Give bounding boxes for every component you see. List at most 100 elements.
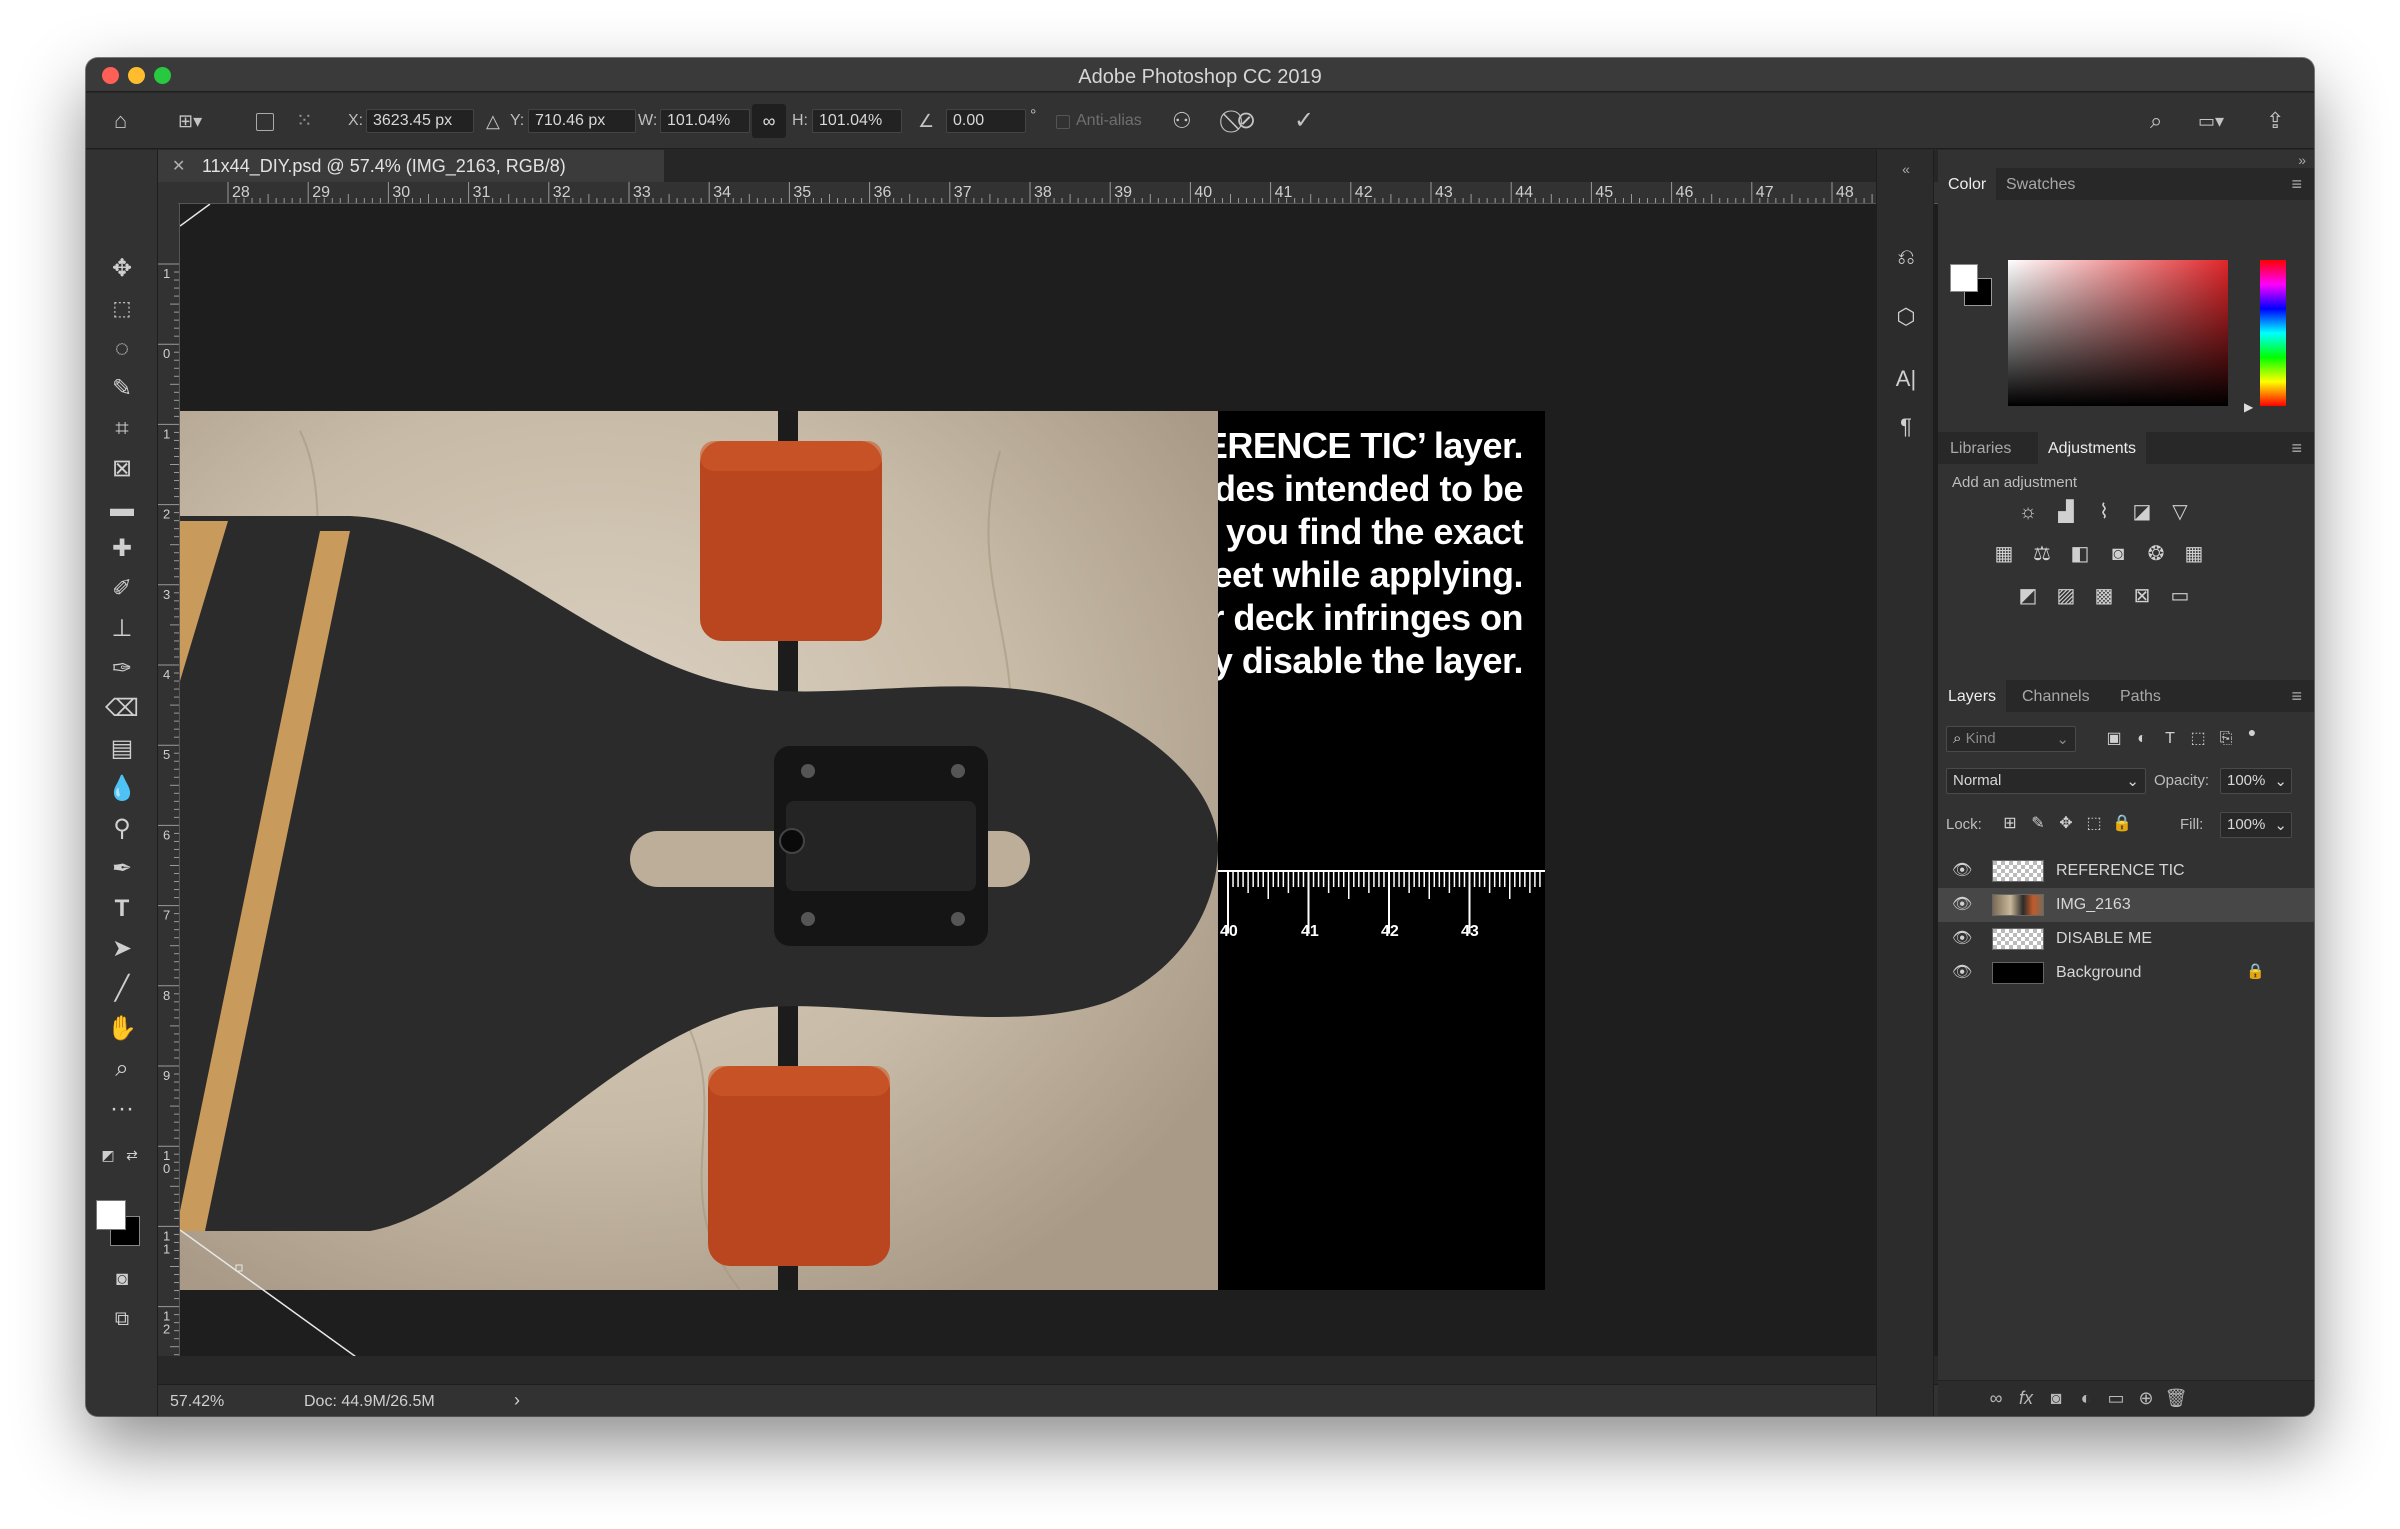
blur-tool-icon[interactable]: 💧 — [104, 772, 140, 806]
collapse-right-icon[interactable]: » — [2298, 152, 2306, 168]
height-scale-field[interactable]: 101.04% — [812, 109, 902, 133]
relative-position-icon[interactable]: △ — [486, 109, 500, 133]
horizontal-ruler[interactable]: 28 29 30 31 32 33 34 35 36 37 38 39 40 41 42 43 44 45 46 47… — [178, 182, 1946, 204]
hand-tool-icon[interactable]: ✋ — [104, 1012, 140, 1046]
visibility-eye-icon[interactable]: 👁 — [1952, 894, 1972, 914]
zoom-level[interactable]: 57.42% — [170, 1393, 224, 1411]
eraser-tool-icon[interactable]: ⌫ — [104, 692, 140, 726]
rotate-angle-field[interactable]: 0.00 — [946, 109, 1026, 133]
color-balance-icon[interactable]: ⚖ — [2028, 540, 2056, 568]
add-mask-icon[interactable]: ◙ — [2044, 1388, 2068, 1409]
filter-pixel-icon[interactable]: ▣ — [2100, 725, 2128, 753]
reference-point-grid-icon[interactable]: ⁙ — [296, 109, 313, 133]
close-document-icon[interactable]: ✕ — [172, 156, 185, 176]
line-tool-icon[interactable]: ╱ — [104, 972, 140, 1006]
transform-reference-icon[interactable]: ⊞▾ — [178, 109, 202, 133]
lock-transparent-icon[interactable]: ⊞ — [1996, 810, 2024, 838]
ruler-tool-icon[interactable]: ▬ — [104, 492, 140, 526]
new-group-icon[interactable]: ▭ — [2104, 1388, 2128, 1409]
screen-mode-icon[interactable]: ⧉ — [104, 1302, 140, 1336]
fill-field[interactable]: 100% ⌄ — [2220, 812, 2292, 838]
layer-row[interactable]: 👁 IMG_2163 — [1938, 888, 2314, 922]
layers-panel-menu-icon[interactable]: ≡ — [2291, 686, 2302, 707]
filter-toggle-icon[interactable]: ● — [2238, 718, 2266, 746]
link-layers-icon[interactable]: ∞ — [1984, 1388, 2008, 1409]
quick-selection-tool-icon[interactable]: ✎ — [104, 372, 140, 406]
warp-mode-icon[interactable]: ⚇ — [1172, 109, 1192, 133]
crop-tool-icon[interactable]: ⌗ — [104, 412, 140, 446]
delete-layer-icon[interactable]: 🗑 — [2164, 1388, 2188, 1409]
layer-row[interactable]: 👁 REFERENCE TIC — [1938, 854, 2314, 888]
link-icon[interactable]: ∞ — [752, 104, 786, 138]
move-tool-icon[interactable]: ✥ — [104, 252, 140, 286]
exposure-icon[interactable]: ◪ — [2128, 498, 2156, 526]
vertical-ruler[interactable]: 10123456789101112 — [158, 204, 180, 1356]
tab-layers[interactable]: Layers — [1938, 680, 2007, 712]
filter-adjustment-icon[interactable]: ◐ — [2128, 725, 2156, 753]
hue-slider[interactable] — [2260, 260, 2286, 406]
posterize-icon[interactable]: ▨ — [2052, 582, 2080, 610]
history-panel-icon[interactable]: ⎌ — [1891, 242, 1921, 272]
black-white-icon[interactable]: ◧ — [2066, 540, 2094, 568]
visibility-eye-icon[interactable]: 👁 — [1952, 860, 1972, 880]
selective-color-icon[interactable]: ⊠ — [2128, 582, 2156, 610]
brightness-contrast-icon[interactable]: ☼ — [2014, 498, 2042, 526]
color-lookup-icon[interactable]: ▦ — [2180, 540, 2208, 568]
3d-panel-icon[interactable]: ⬡ — [1891, 302, 1921, 332]
lasso-tool-icon[interactable]: ◌ — [104, 332, 140, 366]
cancel-transform-circle-icon[interactable]: ⊘ — [1236, 109, 1256, 133]
tab-color[interactable]: Color — [1938, 168, 1997, 200]
document-tab[interactable]: ✕ 11x44_DIY.psd @ 57.4% (IMG_2163, RGB/8… — [158, 150, 664, 182]
filter-shape-icon[interactable]: ⬚ — [2184, 725, 2212, 753]
layer-row[interactable]: 👁 Background 🔒 — [1938, 956, 2314, 990]
anti-alias-checkbox[interactable] — [1056, 115, 1070, 129]
y-position-field[interactable]: 710.46 px — [528, 109, 636, 133]
tab-libraries[interactable]: Libraries — [1950, 440, 2011, 458]
foreground-color-swatch[interactable] — [96, 1200, 126, 1230]
type-tool-icon[interactable]: T — [104, 892, 140, 926]
lock-all-icon[interactable]: 🔒 — [2108, 810, 2136, 838]
lock-position-icon[interactable]: ✥ — [2052, 810, 2080, 838]
photo-filter-icon[interactable]: ◙ — [2104, 540, 2132, 568]
ruler-origin[interactable] — [158, 182, 180, 204]
filter-type-icon[interactable]: T — [2156, 725, 2184, 753]
color-panel-menu-icon[interactable]: ≡ — [2291, 174, 2302, 195]
home-icon[interactable]: ⌂ — [114, 109, 127, 133]
frame-tool-icon[interactable]: ⊠ — [104, 452, 140, 486]
edit-toolbar-icon[interactable]: ··· — [104, 1092, 140, 1126]
gradient-tool-icon[interactable]: ▤ — [104, 732, 140, 766]
zoom-tool-icon[interactable]: ⌕ — [104, 1052, 140, 1086]
new-layer-icon[interactable]: ⊕ — [2134, 1388, 2158, 1409]
new-adjustment-layer-icon[interactable]: ◐ — [2074, 1388, 2098, 1409]
tab-paths[interactable]: Paths — [2120, 688, 2161, 706]
invert-icon[interactable]: ◩ — [2014, 582, 2042, 610]
quick-mask-icon[interactable]: ◙ — [104, 1262, 140, 1296]
adjustments-panel-menu-icon[interactable]: ≡ — [2291, 438, 2302, 459]
x-position-field[interactable]: 3623.45 px — [366, 109, 474, 133]
layer-style-fx-icon[interactable]: fx — [2014, 1388, 2038, 1409]
history-brush-tool-icon[interactable]: ✑ — [104, 652, 140, 686]
status-menu-arrow-icon[interactable]: › — [514, 1390, 520, 1411]
hue-slider-handle-icon[interactable]: ▶ — [2244, 400, 2253, 414]
pen-tool-icon[interactable]: ✒ — [104, 852, 140, 886]
brush-tool-icon[interactable]: ✐ — [104, 572, 140, 606]
color-panel-foreground[interactable] — [1950, 264, 1978, 292]
curves-icon[interactable]: ⌇ — [2090, 498, 2118, 526]
tab-swatches[interactable]: Swatches — [2006, 176, 2075, 194]
swap-colors-icon[interactable]: ⇄ — [114, 1138, 150, 1172]
tab-adjustments[interactable]: Adjustments — [2038, 432, 2147, 464]
visibility-eye-icon[interactable]: 👁 — [1952, 962, 1972, 982]
marquee-tool-icon[interactable]: ⬚ — [104, 292, 140, 326]
blend-mode-dropdown[interactable]: Normal ⌄ — [1946, 768, 2146, 794]
dodge-tool-icon[interactable]: ⚲ — [104, 812, 140, 846]
layer-row[interactable]: 👁 DISABLE ME — [1938, 922, 2314, 956]
color-picker-field[interactable] — [2008, 260, 2228, 406]
filter-smart-object-icon[interactable]: ⎘ — [2212, 725, 2240, 753]
hue-saturation-icon[interactable]: ▦ — [1990, 540, 2018, 568]
collapse-left-icon[interactable]: « — [1891, 154, 1921, 184]
search-icon[interactable]: ⌕ — [2150, 109, 2162, 133]
character-panel-icon[interactable]: A| — [1891, 364, 1921, 394]
visibility-eye-icon[interactable]: 👁 — [1952, 928, 1972, 948]
lock-artboard-icon[interactable]: ⬚ — [2080, 810, 2108, 838]
commit-transform-icon[interactable]: ✓ — [1294, 109, 1314, 133]
